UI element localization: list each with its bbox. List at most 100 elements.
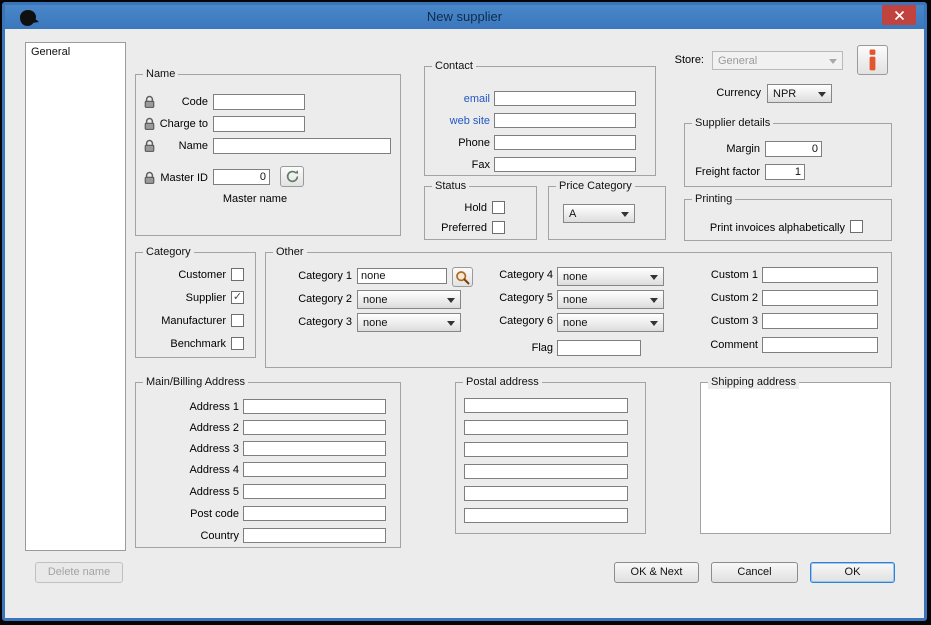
custom3-input[interactable] xyxy=(762,313,878,329)
postal-line3-input[interactable] xyxy=(464,442,628,457)
manufacturer-checkbox[interactable] xyxy=(231,314,244,327)
title-bar: New supplier xyxy=(5,5,924,29)
store-select: General xyxy=(712,51,843,70)
sidebar-tab-list: General xyxy=(25,42,126,551)
new-supplier-dialog: New supplier General Store: General Curr… xyxy=(2,2,927,621)
freight-factor-label: Freight factor xyxy=(640,166,760,179)
freight-factor-input[interactable] xyxy=(765,164,805,180)
postal-line5-input[interactable] xyxy=(464,486,628,501)
postal-line1-input[interactable] xyxy=(464,398,628,413)
info-icon xyxy=(866,49,879,71)
address4-input[interactable] xyxy=(243,462,386,477)
master-id-input[interactable] xyxy=(213,169,270,185)
margin-input[interactable] xyxy=(765,141,822,157)
print-invoices-alphabetically-checkbox[interactable] xyxy=(850,220,863,233)
preferred-checkbox[interactable] xyxy=(492,221,505,234)
charge-to-input[interactable] xyxy=(213,116,305,132)
postal-address-title: Postal address xyxy=(463,376,542,389)
flag-input[interactable] xyxy=(557,340,641,356)
address2-input[interactable] xyxy=(243,420,386,435)
postal-line4-input[interactable] xyxy=(464,464,628,479)
category5-label: Category 5 xyxy=(483,292,553,305)
sidebar-item-general[interactable]: General xyxy=(26,43,125,61)
address5-input[interactable] xyxy=(243,484,386,499)
window-title: New supplier xyxy=(5,9,924,24)
custom1-input[interactable] xyxy=(762,267,878,283)
status-title: Status xyxy=(432,180,469,193)
price-category-title: Price Category xyxy=(556,180,635,193)
phone-label: Phone xyxy=(394,137,490,150)
manufacturer-label: Manufacturer xyxy=(141,315,226,328)
screen: New supplier General Store: General Curr… xyxy=(0,0,931,625)
comment-input[interactable] xyxy=(762,337,878,353)
contact-title: Contact xyxy=(432,60,476,73)
address2-label: Address 2 xyxy=(149,422,239,435)
address4-label: Address 4 xyxy=(149,464,239,477)
category5-value: none xyxy=(563,294,587,306)
category3-select[interactable]: none xyxy=(357,313,461,332)
web-site-input[interactable] xyxy=(494,113,636,128)
master-name-caption: Master name xyxy=(200,193,310,206)
category1-label: Category 1 xyxy=(282,270,352,283)
custom2-label: Custom 2 xyxy=(688,292,758,305)
category2-value: none xyxy=(363,294,387,306)
benchmark-checkbox[interactable] xyxy=(231,337,244,350)
address3-input[interactable] xyxy=(243,441,386,456)
cancel-button[interactable]: Cancel xyxy=(711,562,798,583)
code-label: Code xyxy=(148,96,208,109)
printing-title: Printing xyxy=(692,193,735,206)
category6-select[interactable]: none xyxy=(557,313,664,332)
category5-select[interactable]: none xyxy=(557,290,664,309)
store-value: General xyxy=(718,55,757,67)
address1-label: Address 1 xyxy=(149,401,239,414)
web-site-label[interactable]: web site xyxy=(394,115,490,128)
ok-button[interactable]: OK xyxy=(810,562,895,583)
hold-checkbox[interactable] xyxy=(492,201,505,214)
price-category-select[interactable]: A xyxy=(563,204,635,223)
margin-label: Margin xyxy=(660,143,760,156)
address5-label: Address 5 xyxy=(149,486,239,499)
category2-select[interactable]: none xyxy=(357,290,461,309)
category3-label: Category 3 xyxy=(282,316,352,329)
close-icon xyxy=(894,10,905,21)
name-input[interactable] xyxy=(213,138,391,154)
master-id-label: Master ID xyxy=(148,172,208,185)
other-title: Other xyxy=(273,246,307,259)
currency-select[interactable]: NPR xyxy=(767,84,832,103)
refresh-icon xyxy=(285,169,300,184)
delete-name-button[interactable]: Delete name xyxy=(35,562,123,583)
supplier-details-title: Supplier details xyxy=(692,117,773,130)
postal-line6-input[interactable] xyxy=(464,508,628,523)
email-label[interactable]: email xyxy=(394,93,490,106)
customer-label: Customer xyxy=(141,269,226,282)
category4-value: none xyxy=(563,271,587,283)
currency-value: NPR xyxy=(773,88,796,100)
category4-label: Category 4 xyxy=(483,269,553,282)
customer-checkbox[interactable] xyxy=(231,268,244,281)
email-input[interactable] xyxy=(494,91,636,106)
post-code-input[interactable] xyxy=(243,506,386,521)
address1-input[interactable] xyxy=(243,399,386,414)
category1-input[interactable] xyxy=(357,268,447,284)
master-id-refresh-button[interactable] xyxy=(280,166,304,187)
category4-select[interactable]: none xyxy=(557,267,664,286)
category-title: Category xyxy=(143,246,194,259)
price-category-value: A xyxy=(569,208,576,220)
code-input[interactable] xyxy=(213,94,305,110)
custom1-label: Custom 1 xyxy=(688,269,758,282)
print-invoices-alphabetically-label: Print invoices alphabetically xyxy=(695,222,845,235)
close-button[interactable] xyxy=(882,5,916,25)
postal-line2-input[interactable] xyxy=(464,420,628,435)
country-label: Country xyxy=(149,530,239,543)
currency-label: Currency xyxy=(661,87,761,100)
phone-input[interactable] xyxy=(494,135,636,150)
custom3-label: Custom 3 xyxy=(688,315,758,328)
ok-next-button[interactable]: OK & Next xyxy=(614,562,699,583)
fax-input[interactable] xyxy=(494,157,636,172)
category1-search-button[interactable] xyxy=(452,267,473,287)
charge-to-label: Charge to xyxy=(148,118,208,131)
supplier-checkbox[interactable] xyxy=(231,291,244,304)
info-button[interactable] xyxy=(857,45,888,75)
country-input[interactable] xyxy=(243,528,386,543)
custom2-input[interactable] xyxy=(762,290,878,306)
